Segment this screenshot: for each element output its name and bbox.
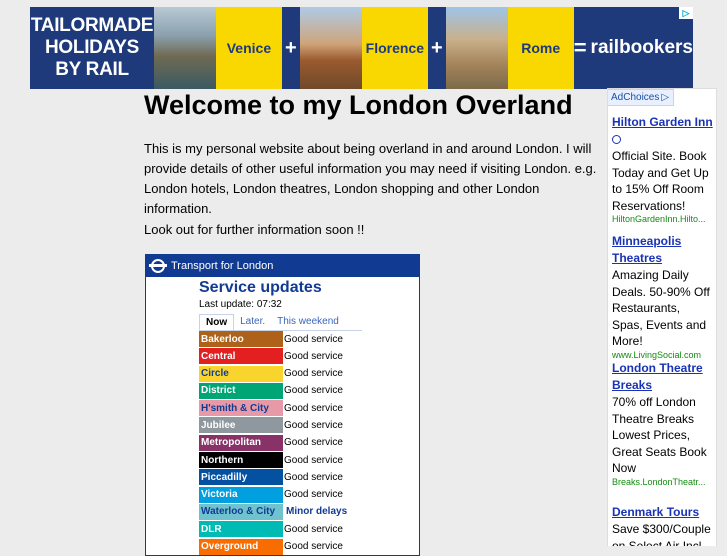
ad-description: 70% off London Theatre Breaks Lowest Pri… xyxy=(612,395,707,475)
line-name: Waterloo & City xyxy=(199,503,283,520)
line-name: Piccadilly xyxy=(199,469,283,486)
tab-now[interactable]: Now xyxy=(199,314,235,330)
line-row[interactable]: Waterloo & City Minor delays xyxy=(199,503,362,520)
line-status: Good service xyxy=(283,452,362,469)
line-row[interactable]: Overground Good service xyxy=(199,538,362,555)
line-name: H'smith & City xyxy=(199,400,283,417)
line-name: Overground xyxy=(199,538,283,555)
ad-url[interactable]: www.LivingSocial.com xyxy=(612,350,714,361)
line-row[interactable]: Northern Good service xyxy=(199,452,362,469)
line-row[interactable]: Bakerloo Good service xyxy=(199,331,362,347)
line-name: Northern xyxy=(199,452,283,469)
line-row[interactable]: Victoria Good service xyxy=(199,486,362,503)
adchoices-icon: ▷ xyxy=(661,92,670,103)
ad-description: Official Site. Book Today and Get Up to … xyxy=(612,149,709,213)
line-row[interactable]: Piccadilly Good service xyxy=(199,469,362,486)
line-name: Circle xyxy=(199,365,283,382)
line-name: Bakerloo xyxy=(199,331,283,347)
line-name: District xyxy=(199,382,283,399)
line-status-list: Bakerloo Good service Central Good service C… xyxy=(199,331,362,555)
tfl-header-label: Transport for London xyxy=(171,260,274,272)
line-row[interactable]: Circle Good service xyxy=(199,365,362,382)
florence-photo xyxy=(299,7,362,89)
line-name: Jubilee xyxy=(199,417,283,434)
railbookers-banner-ad[interactable]: TAILORMADE HOLIDAYS BY RAIL Venice + Flo… xyxy=(30,7,693,89)
status-tabs: Now Later. This weekend xyxy=(199,314,362,331)
line-name: Victoria xyxy=(199,486,283,503)
line-status: Good service xyxy=(283,469,362,486)
tfl-status-widget: Transport for London Service updates Las… xyxy=(145,254,420,556)
line-name: Metropolitan xyxy=(199,434,283,451)
venice-photo xyxy=(154,7,216,89)
line-status: Good service xyxy=(283,521,362,538)
banner-headline: TAILORMADE HOLIDAYS BY RAIL xyxy=(30,7,154,89)
line-status: Good service xyxy=(283,382,362,399)
ad-url[interactable]: HiltonGardenInn.Hilto... xyxy=(612,214,714,225)
line-row[interactable]: Metropolitan Good service xyxy=(199,434,362,451)
line-status: Good service xyxy=(283,365,362,382)
ad-item[interactable]: Denmark Tours Save $300/Couple on Select… xyxy=(612,504,714,546)
banner-city-florence: Florence xyxy=(361,7,428,89)
plus-sign: + xyxy=(427,7,446,89)
ad-item[interactable]: London Theatre Breaks 70% off London The… xyxy=(612,360,714,488)
ad-item[interactable]: Minneapolis Theatres Amazing Daily Deals… xyxy=(612,233,714,361)
adchoices-link[interactable]: AdChoices ▷ xyxy=(608,89,675,106)
service-updates-title: Service updates xyxy=(199,279,322,296)
ad-description: Save $300/Couple on Select Air Incl xyxy=(612,522,711,546)
tfl-header[interactable]: Transport for London xyxy=(146,255,419,277)
tab-this-weekend[interactable]: This weekend xyxy=(271,314,345,330)
ad-title-link[interactable]: Denmark Tours xyxy=(612,504,714,521)
line-status: Minor delays xyxy=(283,503,362,520)
ad-title-text[interactable]: Hilton Garden Inn xyxy=(612,115,713,129)
ad-description: Amazing Daily Deals. 50-90% Off Restaura… xyxy=(612,268,710,348)
plus-sign: + xyxy=(281,7,300,89)
line-row[interactable]: DLR Good service xyxy=(199,521,362,538)
banner-city-rome: Rome xyxy=(507,7,574,89)
lookout-text: Look out for further information soon !! xyxy=(144,222,365,237)
tab-later[interactable]: Later. xyxy=(234,314,271,330)
ad-url[interactable]: Breaks.LondonTheatr... xyxy=(612,477,714,488)
tfl-roundel-icon xyxy=(149,259,167,273)
line-status: Good service xyxy=(283,486,362,503)
info-icon xyxy=(612,135,621,145)
banner-brand: = railbookers ▷ xyxy=(573,7,693,89)
line-name: Central xyxy=(199,348,283,365)
line-status: Good service xyxy=(283,417,362,434)
rome-photo xyxy=(445,7,508,89)
adchoices-icon[interactable]: ▷ xyxy=(678,7,693,19)
ad-title-link[interactable]: Hilton Garden Inn xyxy=(612,114,714,148)
banner-city-venice: Venice xyxy=(215,7,282,89)
line-status: Good service xyxy=(283,538,362,555)
line-status: Good service xyxy=(283,331,362,347)
equals-sign: = xyxy=(573,35,587,60)
page-title: Welcome to my London Overland xyxy=(144,90,573,120)
line-row[interactable]: District Good service xyxy=(199,382,362,399)
ad-title-link[interactable]: London Theatre Breaks xyxy=(612,360,714,394)
adchoices-label: AdChoices xyxy=(611,92,660,103)
line-status: Good service xyxy=(283,348,362,365)
line-status: Good service xyxy=(283,400,362,417)
ad-item[interactable]: Hilton Garden Inn Official Site. Book To… xyxy=(612,114,714,225)
railbookers-logo: railbookers xyxy=(590,37,693,58)
line-status: Good service xyxy=(283,434,362,451)
intro-paragraph: This is my personal website about being … xyxy=(144,141,597,216)
line-name: DLR xyxy=(199,521,283,538)
line-row[interactable]: Jubilee Good service xyxy=(199,417,362,434)
line-row[interactable]: Central Good service xyxy=(199,348,362,365)
last-update-text: Last update: 07:32 xyxy=(199,299,282,310)
ad-column: AdChoices ▷ Hilton Garden Inn Official S… xyxy=(607,88,717,546)
line-row[interactable]: H'smith & City Good service xyxy=(199,400,362,417)
ad-title-link[interactable]: Minneapolis Theatres xyxy=(612,233,714,267)
